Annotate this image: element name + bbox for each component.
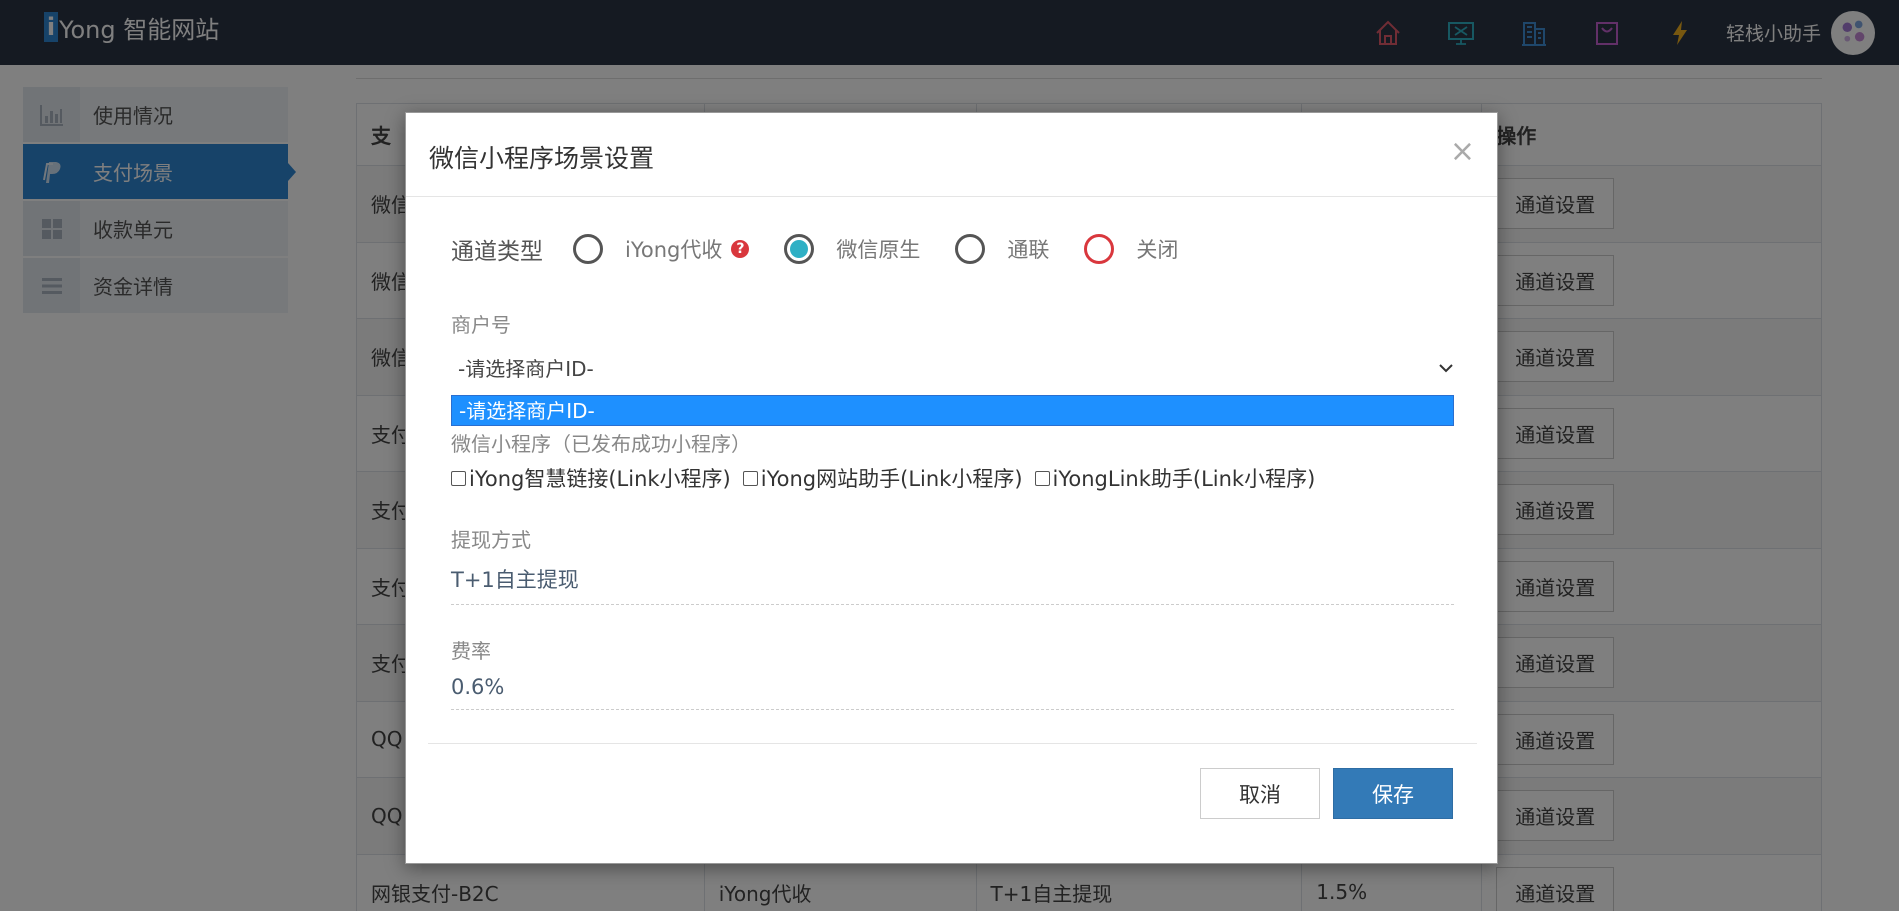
merchant-select[interactable]: -请选择商户ID- — [451, 349, 1454, 385]
merchant-label: 商户号 — [451, 313, 511, 337]
withdraw-label: 提现方式 — [451, 528, 531, 552]
radio-wechat-native[interactable] — [784, 234, 815, 264]
radio-allinpay[interactable] — [955, 234, 986, 264]
save-button[interactable]: 保存 — [1333, 768, 1453, 819]
merchant-dropdown-option[interactable]: -请选择商户ID- — [451, 395, 1454, 426]
radio-close[interactable] — [1084, 234, 1115, 264]
radio-label[interactable]: iYong代收? — [625, 234, 750, 264]
radio-iyong[interactable] — [573, 234, 603, 264]
modal-title: 微信小程序场景设置 — [429, 144, 655, 173]
fee-label: 费率 — [451, 639, 491, 663]
checkbox[interactable] — [1034, 470, 1050, 486]
checkbox[interactable] — [451, 470, 466, 486]
radio-label[interactable]: 关闭 — [1136, 234, 1178, 264]
merchant-select-value: -请选择商户ID- — [458, 356, 594, 381]
close-icon[interactable]: × — [1450, 137, 1475, 167]
fee-value: 0.6% — [451, 675, 1454, 710]
radio-label[interactable]: 通联 — [1007, 234, 1049, 264]
withdraw-value: T+1自主提现 — [451, 564, 1454, 605]
mini-program-label: 微信小程序（已发布成功小程序） — [451, 432, 751, 456]
chevron-down-icon — [1438, 358, 1454, 377]
mini-program-option[interactable]: iYongLink助手(Link小程序) — [1034, 463, 1316, 493]
checkbox-label: iYong网站助手(Link小程序) — [760, 467, 1023, 491]
channel-type-row: 通道类型 iYong代收? 微信原生 通联 关闭 — [451, 231, 1213, 267]
radio-label-text: iYong代收 — [625, 238, 723, 262]
checkbox-label: iYongLink助手(Link小程序) — [1052, 467, 1316, 491]
scene-settings-modal: 微信小程序场景设置 × 通道类型 iYong代收? 微信原生 通联 关闭 商户号… — [405, 112, 1498, 864]
mini-program-option[interactable]: iYong网站助手(Link小程序) — [742, 463, 1023, 493]
mini-program-option[interactable]: iYong智慧链接(Link小程序) — [451, 463, 731, 493]
cancel-button[interactable]: 取消 — [1200, 768, 1320, 819]
channel-type-label: 通道类型 — [451, 239, 543, 265]
checkbox[interactable] — [742, 470, 758, 486]
radio-label[interactable]: 微信原生 — [836, 234, 920, 264]
radio-dot — [790, 240, 809, 258]
checkbox-label: iYong智慧链接(Link小程序) — [469, 467, 731, 491]
divider — [428, 743, 1477, 744]
help-icon[interactable]: ? — [731, 240, 750, 258]
modal-header: 微信小程序场景设置 × — [406, 113, 1497, 197]
mini-program-checkboxes: iYong智慧链接(Link小程序) iYong网站助手(Link小程序) iY… — [451, 463, 1327, 493]
